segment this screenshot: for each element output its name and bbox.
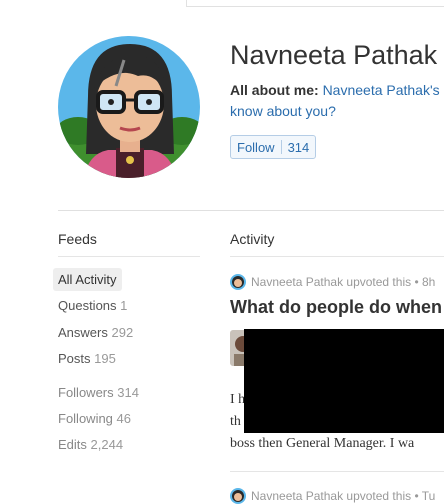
feeds-title: Feeds [58,231,97,247]
about-me: All about me: Navneeta Pathak's know abo… [230,80,444,122]
top-search-bar[interactable] [186,0,444,7]
sidebar-item-count: 2,244 [90,437,124,452]
sidebar-item-label: Posts [58,351,91,366]
sidebar-item-questions[interactable]: Questions 1 [58,298,127,313]
sidebar-item-following[interactable]: Following 46 [58,411,131,426]
about-link-continued[interactable]: know about you? [230,103,336,119]
redaction-block [244,329,444,433]
follow-divider [280,140,282,154]
mini-avatar-icon[interactable] [230,488,246,504]
story-question-link[interactable]: What do people do when li [230,297,444,318]
activity-underline [230,256,444,257]
follow-label: Follow [237,139,275,155]
story-divider [230,471,444,472]
sidebar-item-answers[interactable]: Answers 292 [58,325,133,340]
sidebar-item-posts[interactable]: Posts 195 [58,351,116,366]
answer-text-line: boss then General Manager. I wa [230,436,415,451]
sidebar-item-count: 292 [111,325,134,340]
sidebar-item-count: 314 [117,385,139,400]
sidebar-item-all-activity[interactable]: All Activity [53,268,122,291]
sidebar-item-label: All Activity [58,272,117,287]
answer-text-line: I h [230,392,246,407]
sidebar-item-edits[interactable]: Edits 2,244 [58,437,123,452]
sidebar-item-label: Edits [58,437,87,452]
story-meta: Navneeta Pathak upvoted this • Tu [230,488,435,504]
sidebar-item-count: 1 [120,298,128,313]
sidebar-item-label: Followers [58,385,114,400]
about-label: All about me: [230,82,319,98]
follow-count: 314 [287,139,310,155]
profile-name: Navneeta Pathak [230,40,438,70]
activity-title: Activity [230,231,275,247]
mini-avatar-icon[interactable] [230,274,246,290]
story-meta-text: Navneeta Pathak upvoted this • Tu [251,489,436,503]
sidebar-item-followers[interactable]: Followers 314 [58,385,139,400]
follow-button[interactable]: Follow 314 [230,135,317,159]
answer-text-line: th [230,414,241,429]
story-meta: Navneeta Pathak upvoted this • 8h [230,274,435,290]
sidebar-item-count: 46 [116,411,132,426]
sidebar-item-label: Questions [58,298,117,313]
story-meta-text: Navneeta Pathak upvoted this • 8h [251,275,436,289]
sidebar-item-count: 195 [94,351,116,366]
section-divider [58,210,444,211]
about-link[interactable]: Navneeta Pathak's [323,82,440,98]
profile-avatar [58,36,200,178]
sidebar-item-label: Answers [58,325,108,340]
sidebar-item-label: Following [58,411,113,426]
feeds-underline [58,256,200,257]
